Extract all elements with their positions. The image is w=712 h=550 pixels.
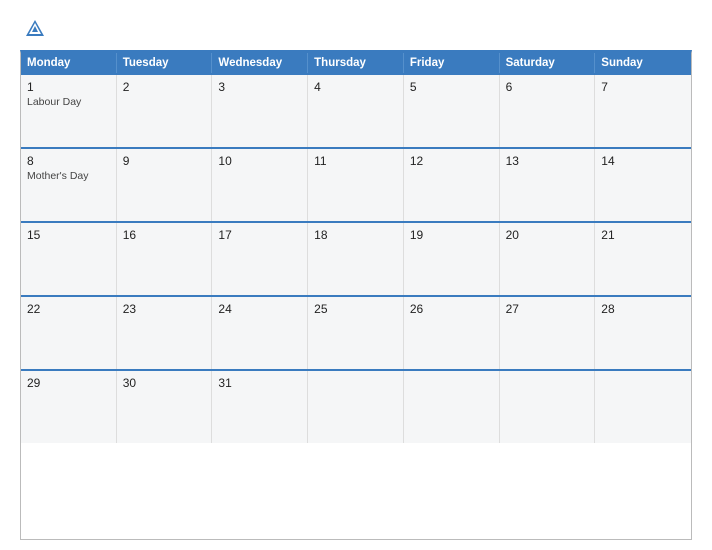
calendar: MondayTuesdayWednesdayThursdayFridaySatu… [20,50,692,540]
calendar-cell: 16 [117,223,213,295]
day-number: 11 [314,154,397,168]
day-number: 3 [218,80,301,94]
day-number: 23 [123,302,206,316]
calendar-cell: 25 [308,297,404,369]
day-number: 14 [601,154,685,168]
calendar-cell: 12 [404,149,500,221]
day-number: 4 [314,80,397,94]
day-event: Mother's Day [27,170,110,182]
day-number: 30 [123,376,206,390]
calendar-cell: 28 [595,297,691,369]
page: MondayTuesdayWednesdayThursdayFridaySatu… [0,0,712,550]
calendar-cell: 13 [500,149,596,221]
calendar-cell: 30 [117,371,213,443]
calendar-cell: 24 [212,297,308,369]
calendar-cell [308,371,404,443]
day-number: 7 [601,80,685,94]
calendar-cell [595,371,691,443]
calendar-cell: 31 [212,371,308,443]
day-number: 29 [27,376,110,390]
weekday-header: Friday [404,53,500,73]
calendar-body: 1Labour Day2345678Mother's Day9101112131… [21,73,691,443]
day-number: 17 [218,228,301,242]
day-number: 10 [218,154,301,168]
calendar-cell: 5 [404,75,500,147]
day-number: 6 [506,80,589,94]
day-number: 21 [601,228,685,242]
weekday-header: Thursday [308,53,404,73]
calendar-row: 15 16 17 18 19 20 21 [21,221,691,295]
calendar-cell: 8 Mother's Day [21,149,117,221]
day-event: Labour Day [27,96,110,108]
calendar-cell: 19 [404,223,500,295]
calendar-cell: 1 Labour Day [21,75,117,147]
calendar-cell: 9 [117,149,213,221]
day-number: 27 [506,302,589,316]
day-number: 22 [27,302,110,316]
logo-flag-icon [24,18,46,40]
day-number: 20 [506,228,589,242]
calendar-cell: 17 [212,223,308,295]
calendar-cell: 6 [500,75,596,147]
day-number: 31 [218,376,301,390]
calendar-cell: 10 [212,149,308,221]
day-number: 16 [123,228,206,242]
calendar-row: 29 30 31 [21,369,691,443]
day-number: 5 [410,80,493,94]
calendar-cell [404,371,500,443]
calendar-row: 22 23 24 25 26 27 28 [21,295,691,369]
calendar-cell: 29 [21,371,117,443]
calendar-header: MondayTuesdayWednesdayThursdayFridaySatu… [21,53,691,73]
calendar-cell: 7 [595,75,691,147]
weekday-header: Saturday [500,53,596,73]
calendar-cell: 2 [117,75,213,147]
calendar-row: 1 Labour Day 234567 [21,73,691,147]
calendar-cell: 20 [500,223,596,295]
weekday-header: Sunday [595,53,691,73]
calendar-cell: 3 [212,75,308,147]
calendar-cell: 22 [21,297,117,369]
calendar-cell: 26 [404,297,500,369]
weekday-header: Monday [21,53,117,73]
day-number: 12 [410,154,493,168]
day-number: 15 [27,228,110,242]
day-number: 9 [123,154,206,168]
day-number: 8 [27,154,110,168]
weekday-header: Tuesday [117,53,213,73]
calendar-cell: 4 [308,75,404,147]
calendar-cell [500,371,596,443]
logo [20,18,46,40]
calendar-cell: 21 [595,223,691,295]
weekday-header: Wednesday [212,53,308,73]
calendar-cell: 23 [117,297,213,369]
calendar-cell: 11 [308,149,404,221]
day-number: 13 [506,154,589,168]
calendar-row: 8 Mother's Day 9 10 11 12 13 14 [21,147,691,221]
day-number: 19 [410,228,493,242]
header [20,18,692,40]
day-number: 2 [123,80,206,94]
day-number: 18 [314,228,397,242]
day-number: 24 [218,302,301,316]
calendar-cell: 15 [21,223,117,295]
calendar-cell: 27 [500,297,596,369]
day-number: 26 [410,302,493,316]
day-number: 28 [601,302,685,316]
calendar-cell: 14 [595,149,691,221]
day-number: 25 [314,302,397,316]
calendar-cell: 18 [308,223,404,295]
day-number: 1 [27,80,110,94]
